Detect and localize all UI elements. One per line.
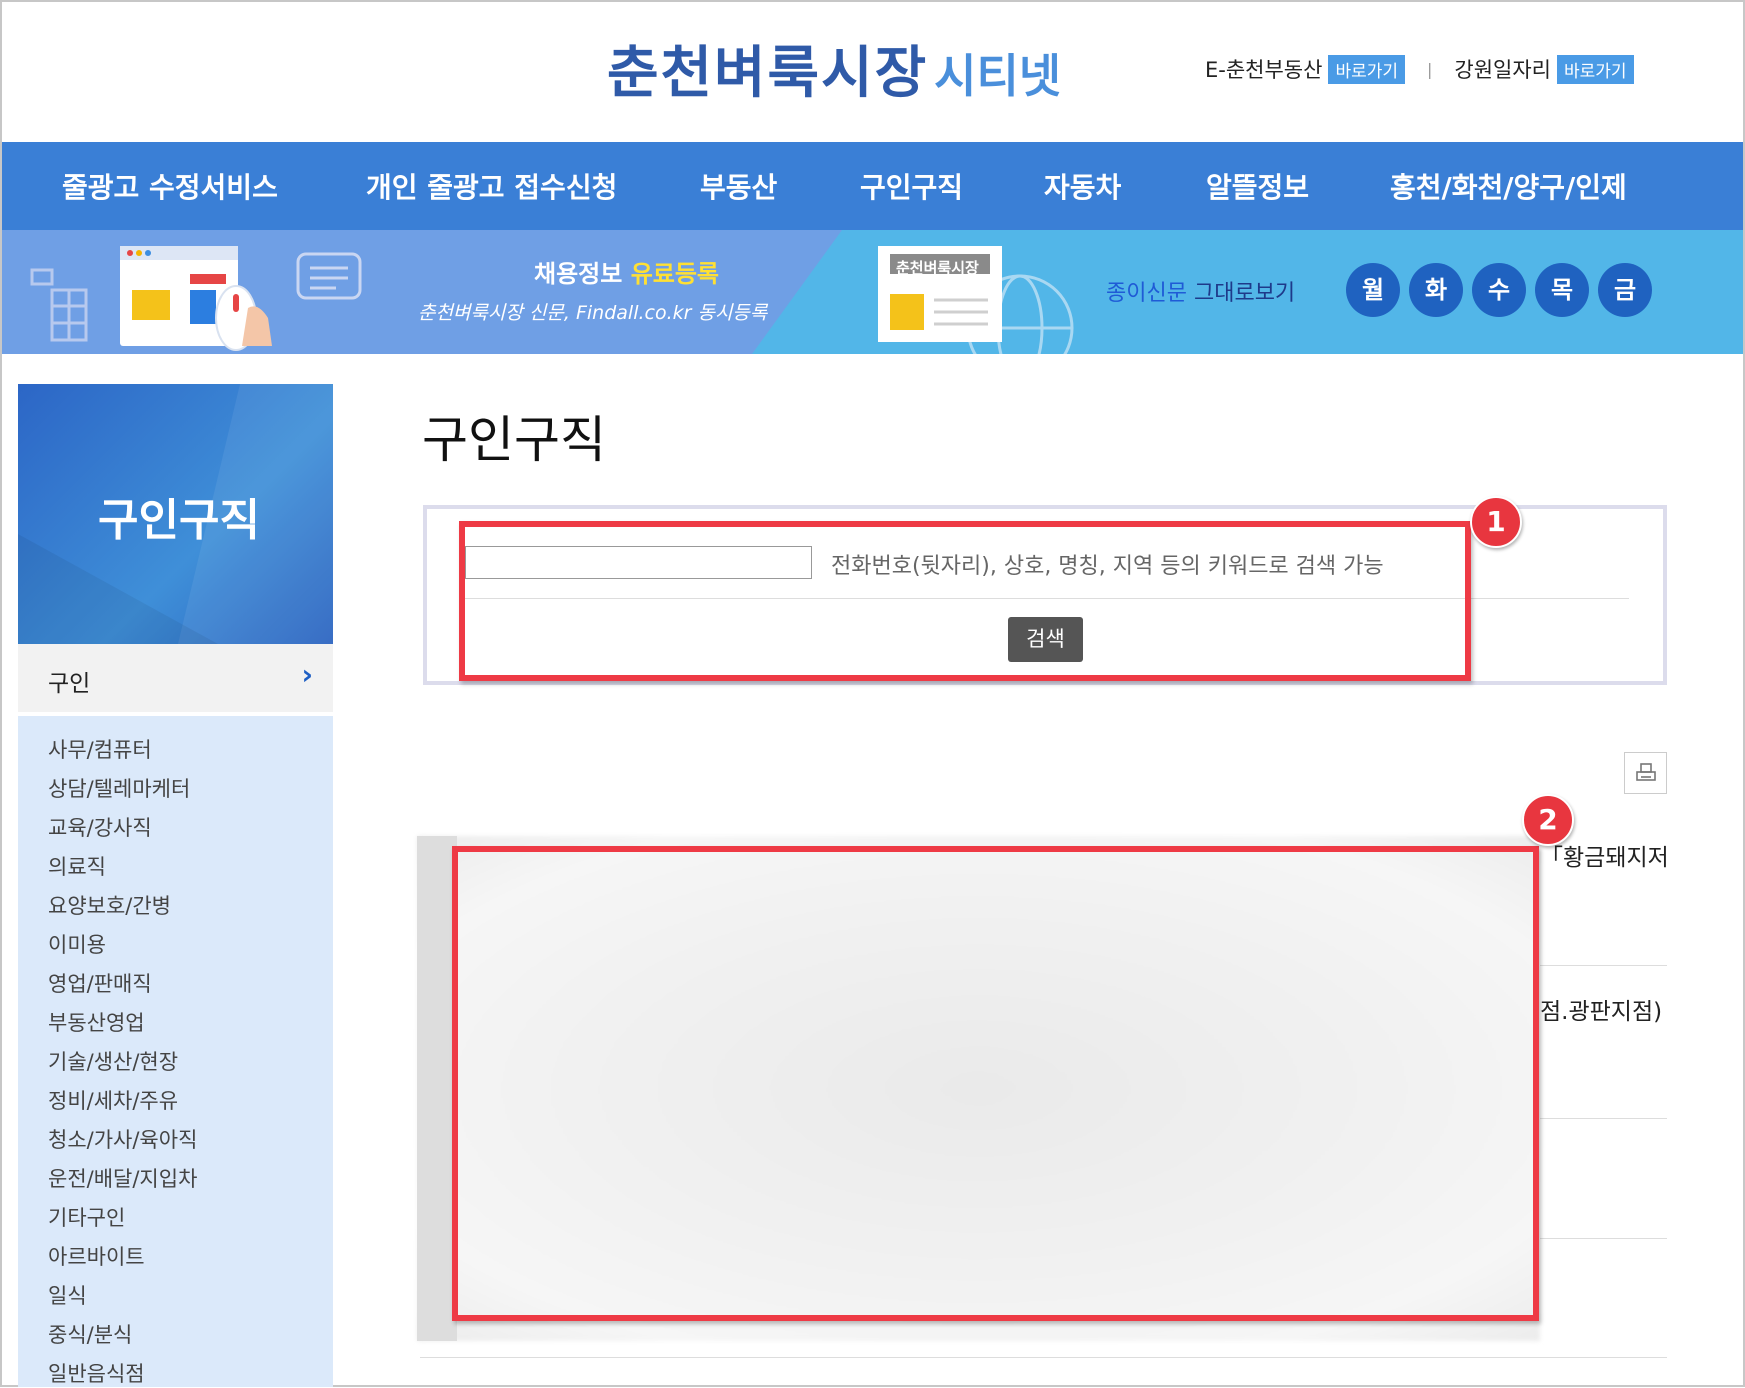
day-button-wed[interactable]: 수 xyxy=(1472,263,1526,317)
sidebar-item[interactable]: 일식 xyxy=(48,1280,87,1310)
sidebar-item[interactable]: 상담/텔레마케터 xyxy=(48,773,190,803)
day-button-thu[interactable]: 목 xyxy=(1535,263,1589,317)
banner-title[interactable]: 채용정보 유료등록 xyxy=(534,254,719,289)
top-link-label-jobs[interactable]: 강원일자리 xyxy=(1454,54,1551,84)
paper-link-prefix: 종이신문 xyxy=(1106,281,1187,306)
sidebar-item[interactable]: 청소/가사/육아직 xyxy=(48,1124,197,1154)
sidebar-item[interactable]: 이미용 xyxy=(48,929,106,959)
nav-item-deals[interactable]: 알뜰정보 xyxy=(1206,166,1309,206)
realestate-go-button[interactable]: 바로가기 xyxy=(1328,54,1406,84)
day-button-mon[interactable]: 월 xyxy=(1346,263,1400,317)
sidebar-header: 구인구직 xyxy=(18,384,333,644)
sidebar-item[interactable]: 정비/세차/주유 xyxy=(48,1085,178,1115)
nav-item-regions[interactable]: 홍천/화천/양구/인제 xyxy=(1390,166,1627,206)
main-nav: 줄광고 수정서비스 개인 줄광고 접수신청 부동산 구인구직 자동차 알뜰정보 … xyxy=(2,142,1743,230)
nav-item-jobs[interactable]: 구인구직 xyxy=(860,166,963,206)
row-divider xyxy=(1540,1118,1667,1119)
sidebar-item[interactable]: 의료직 xyxy=(48,851,106,881)
sidebar-list: 사무/컴퓨터 상담/텔레마케터 교육/강사직 의료직 요양보호/간병 이미용 영… xyxy=(18,716,333,1387)
sidebar-item[interactable]: 일반음식점 xyxy=(48,1358,145,1388)
promo-banner: 채용정보 유료등록 춘천벼룩시장 신문, Findall.co.kr 동시등록 … xyxy=(2,230,1743,354)
sidebar-item[interactable]: 아르바이트 xyxy=(48,1241,145,1271)
chevron-right-icon: › xyxy=(301,658,313,691)
banner-title-highlight: 유료등록 xyxy=(630,260,720,288)
page-title: 구인구직 xyxy=(422,411,606,469)
annotation-badge-1: 1 xyxy=(1470,496,1522,548)
nav-item-ad-apply[interactable]: 개인 줄광고 접수신청 xyxy=(366,166,617,206)
sidebar-decor-2 xyxy=(18,534,218,644)
banner-illustration-icon xyxy=(30,246,362,351)
list-item-title[interactable]: 점.광판지점) xyxy=(1540,992,1662,1026)
nav-item-ad-edit[interactable]: 줄광고 수정서비스 xyxy=(62,166,278,206)
sidebar-item-active[interactable]: 구인 › xyxy=(18,644,333,712)
sidebar-item[interactable]: 요양보호/간병 xyxy=(48,890,171,920)
paper-view-link[interactable]: 종이신문 그대로보기 xyxy=(1106,275,1295,307)
sidebar-item[interactable]: 영업/판매직 xyxy=(48,968,152,998)
annotation-box-search xyxy=(459,521,1471,681)
top-link-label-realestate[interactable]: E-춘천부동산 xyxy=(1205,54,1322,84)
sidebar-item[interactable]: 운전/배달/지입차 xyxy=(48,1163,197,1193)
logo-main-text: 춘천벼룩시장 xyxy=(607,41,929,106)
banner-subtitle: 춘천벼룩시장 신문, Findall.co.kr 동시등록 xyxy=(418,302,768,324)
sidebar-item[interactable]: 사무/컴퓨터 xyxy=(48,734,152,764)
printer-icon xyxy=(1635,763,1656,781)
logo-sub-text: 시티넷 xyxy=(934,49,1062,103)
sidebar-item[interactable]: 기술/생산/현장 xyxy=(48,1046,178,1076)
site-logo[interactable]: 춘천벼룩시장 시티넷 xyxy=(607,28,1061,108)
newspaper-label: 춘천벼룩시장 xyxy=(896,259,979,277)
nav-item-cars[interactable]: 자동차 xyxy=(1044,166,1121,206)
blurred-edge xyxy=(417,836,457,1341)
top-link-separator: | xyxy=(1427,59,1433,79)
annotation-box-list xyxy=(452,846,1539,1321)
day-button-tue[interactable]: 화 xyxy=(1409,263,1463,317)
annotation-badge-2: 2 xyxy=(1522,794,1574,846)
nav-item-realestate[interactable]: 부동산 xyxy=(700,166,777,206)
sidebar-item[interactable]: 교육/강사직 xyxy=(48,812,152,842)
sidebar-title: 구인구직 xyxy=(98,495,260,546)
banner-title-prefix: 채용정보 xyxy=(534,260,623,288)
row-divider xyxy=(1540,965,1667,966)
row-divider xyxy=(1540,1238,1667,1239)
top-links: E-춘천부동산 바로가기 | 강원일자리 바로가기 xyxy=(1205,54,1634,84)
sidebar-active-label: 구인 xyxy=(48,671,91,697)
paper-link-suffix: 그대로보기 xyxy=(1193,281,1296,306)
jobs-go-button[interactable]: 바로가기 xyxy=(1557,54,1634,84)
print-button[interactable] xyxy=(1624,752,1667,794)
sidebar-item[interactable]: 부동산영업 xyxy=(48,1007,145,1037)
sidebar-item[interactable]: 중식/분식 xyxy=(48,1319,132,1349)
row-divider-bottom xyxy=(420,1357,1667,1358)
sidebar-item[interactable]: 기타구인 xyxy=(48,1202,125,1232)
day-button-fri[interactable]: 금 xyxy=(1598,263,1652,317)
